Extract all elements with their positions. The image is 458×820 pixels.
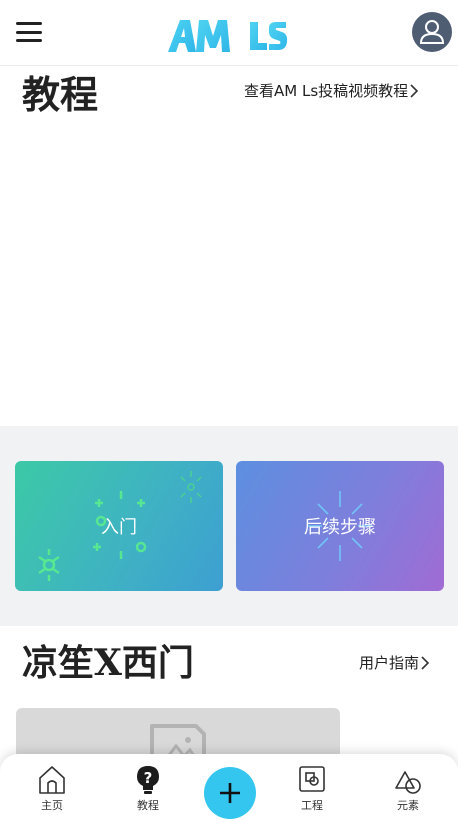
nav-projects[interactable]: 工程 — [282, 764, 342, 813]
nav-home[interactable]: 主页 — [22, 764, 82, 813]
nav-projects-label: 工程 — [301, 799, 323, 812]
question-bulb-icon: ? — [137, 766, 159, 794]
card-label-getting-started: 入门 — [101, 517, 137, 538]
creator-section-title: 凉笙X西门 — [22, 642, 194, 684]
create-button[interactable] — [204, 767, 256, 819]
menu-icon[interactable] — [14, 20, 44, 44]
tutorials-title: 教程 — [22, 72, 99, 117]
nav-elements[interactable]: 元素 — [378, 764, 438, 813]
nav-tutorials-label: 教程 — [137, 799, 159, 812]
user-guide-link-label: 用户指南 — [359, 654, 420, 672]
user-guide-link[interactable]: 用户指南 — [359, 652, 430, 673]
chevron-right-icon — [421, 655, 430, 670]
card-label-next-steps: 后续步骤 — [304, 517, 376, 538]
bottom-navigation: 主页 ? 教程 工程 元素 — [0, 754, 458, 820]
nav-tutorials[interactable]: ? 教程 — [118, 764, 178, 813]
tutorial-card-getting-started[interactable]: 入门 — [15, 461, 223, 591]
nav-home-label: 主页 — [41, 799, 63, 812]
app-logo[interactable] — [166, 12, 290, 56]
nav-elements-label: 元素 — [397, 799, 419, 812]
svg-text:?: ? — [144, 769, 153, 787]
tutorials-more-link[interactable]: 查看AM Ls投稿视频教程 — [244, 80, 419, 101]
chevron-right-icon — [410, 83, 419, 98]
plus-icon — [220, 783, 240, 803]
shapes-icon — [395, 771, 421, 794]
user-icon — [419, 20, 445, 44]
tutorials-more-link-label: 查看AM Ls投稿视频教程 — [244, 82, 409, 100]
avatar[interactable] — [412, 12, 452, 52]
tutorial-card-next-steps[interactable]: 后续步骤 — [236, 461, 444, 591]
home-icon — [39, 766, 65, 794]
top-bar — [0, 0, 458, 66]
project-icon — [299, 766, 325, 792]
